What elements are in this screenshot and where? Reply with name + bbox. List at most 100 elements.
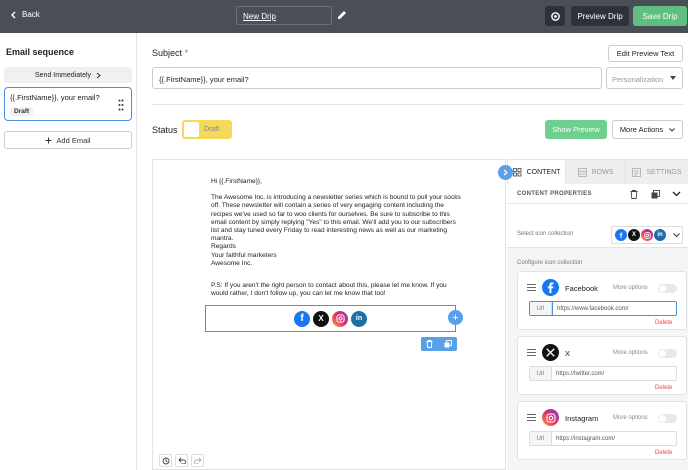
collapse-section-button[interactable] bbox=[669, 187, 683, 201]
instagram-icon[interactable] bbox=[332, 310, 348, 327]
divider bbox=[152, 104, 683, 105]
delete-block-button[interactable] bbox=[627, 187, 641, 201]
url-label: Url bbox=[530, 367, 552, 380]
more-actions-button[interactable]: More Actions bbox=[612, 120, 683, 139]
tab-rows[interactable]: ROWS bbox=[565, 160, 625, 184]
save-drip-button[interactable]: Save Drip bbox=[633, 6, 687, 26]
subject-label-text: Subject bbox=[152, 48, 183, 58]
social-icons-block[interactable]: f X in bbox=[205, 305, 456, 332]
status-toggle[interactable]: Draft bbox=[182, 120, 232, 139]
more-options-label: More options bbox=[613, 350, 648, 356]
x-icon: X bbox=[628, 229, 640, 241]
personalization-select[interactable]: Personalization bbox=[606, 67, 683, 89]
add-email-label: Add Email bbox=[56, 135, 91, 145]
email-company: Awesome Inc. bbox=[211, 259, 253, 267]
url-input[interactable]: https://www.facebook.com/ bbox=[552, 302, 676, 315]
pencil-icon[interactable] bbox=[337, 10, 347, 20]
properties-panel: CONTENT ROWS SETTINGS CONTENT PROPERTIES… bbox=[507, 159, 688, 470]
more-options-toggle[interactable] bbox=[658, 349, 677, 358]
email-card[interactable]: {{.FirstName}}, your email? Draft bbox=[4, 87, 132, 121]
redo-button[interactable] bbox=[191, 454, 204, 467]
trash-icon[interactable] bbox=[426, 340, 433, 348]
tab-rows-label: ROWS bbox=[591, 168, 614, 176]
undo-button[interactable] bbox=[175, 454, 188, 467]
drag-handle-icon[interactable] bbox=[527, 284, 536, 291]
instagram-icon bbox=[542, 409, 559, 426]
more-options-label: More options bbox=[613, 415, 648, 421]
history-button[interactable] bbox=[159, 454, 172, 467]
delete-network-link[interactable]: Delete bbox=[655, 385, 672, 391]
grid-icon bbox=[512, 167, 521, 176]
personalization-placeholder: Personalization bbox=[612, 75, 664, 84]
delete-network-link[interactable]: Delete bbox=[655, 320, 672, 326]
caret-down-icon bbox=[670, 76, 676, 80]
chevron-down-icon bbox=[672, 191, 680, 197]
network-card-instagram: Instagram More options Url https://insta… bbox=[517, 401, 687, 460]
show-preview-button[interactable]: Show Preview bbox=[545, 120, 607, 139]
delete-network-link[interactable]: Delete bbox=[655, 450, 672, 456]
trash-icon bbox=[630, 189, 638, 199]
more-options-label: More options bbox=[613, 285, 648, 291]
drag-handle-icon[interactable] bbox=[118, 99, 124, 111]
back-button[interactable]: Back bbox=[10, 10, 40, 19]
duplicate-icon[interactable] bbox=[444, 340, 452, 348]
required-mark: * bbox=[184, 48, 189, 58]
panel-tabs: CONTENT ROWS SETTINGS bbox=[507, 160, 688, 184]
linkedin-icon[interactable]: in bbox=[351, 310, 367, 327]
duplicate-block-button[interactable] bbox=[648, 187, 662, 201]
send-immediately-button[interactable]: Send Immediately bbox=[4, 67, 132, 83]
email-signoff: Your faithful marketers bbox=[211, 251, 277, 259]
collapse-panel-button[interactable] bbox=[498, 165, 513, 180]
toggle-knob bbox=[184, 122, 199, 137]
add-block-button[interactable]: + bbox=[448, 310, 463, 325]
url-field[interactable]: Url https://www.facebook.com/ bbox=[529, 301, 677, 316]
tab-content[interactable]: CONTENT bbox=[507, 160, 565, 184]
more-options-toggle[interactable] bbox=[658, 414, 677, 423]
facebook-icon: f bbox=[615, 229, 627, 241]
drag-handle-icon[interactable] bbox=[527, 349, 536, 356]
email-body[interactable]: Hi {{.FirstName}}, The Awesome Inc. is i… bbox=[211, 178, 461, 306]
url-field[interactable]: Url https://twitter.com/ bbox=[529, 366, 677, 381]
url-input[interactable]: https://twitter.com/ bbox=[552, 367, 676, 380]
history-controls bbox=[159, 454, 204, 467]
settings-button[interactable] bbox=[545, 6, 565, 26]
tab-settings-label: SETTINGS bbox=[646, 168, 682, 176]
icon-collection-label: Select icon collection bbox=[517, 231, 574, 237]
send-immediately-label: Send Immediately bbox=[34, 71, 92, 79]
redo-icon bbox=[193, 457, 202, 464]
drip-name-input[interactable]: New Drip bbox=[236, 6, 332, 25]
x-icon bbox=[542, 344, 559, 361]
email-greeting: Hi {{.FirstName}}, bbox=[211, 178, 262, 185]
facebook-icon[interactable]: f bbox=[294, 310, 310, 327]
edit-preview-text-button[interactable]: Edit Preview Text bbox=[608, 45, 683, 62]
content-properties-actions bbox=[627, 187, 683, 201]
network-name: Facebook bbox=[565, 284, 598, 293]
content-properties-title: CONTENT PROPERTIES bbox=[517, 191, 592, 197]
configure-icon-collection-label: Configure icon collection bbox=[517, 260, 583, 266]
status-value: Draft bbox=[204, 126, 220, 133]
subject-input[interactable]: {{.FirstName}}, your email? bbox=[152, 67, 602, 89]
chevron-left-icon bbox=[11, 11, 16, 18]
drag-handle-icon[interactable] bbox=[527, 414, 536, 421]
facebook-icon bbox=[542, 279, 559, 296]
tab-content-label: CONTENT bbox=[526, 168, 561, 176]
toggle-knob bbox=[659, 415, 666, 422]
url-field[interactable]: Url https://instagram.com/ bbox=[529, 431, 677, 446]
url-input[interactable]: https://instagram.com/ bbox=[552, 432, 676, 445]
url-label: Url bbox=[530, 302, 552, 315]
more-options-toggle[interactable] bbox=[658, 284, 677, 293]
content-properties-header: CONTENT PROPERTIES bbox=[507, 184, 688, 204]
drip-name-value: New Drip bbox=[243, 12, 276, 21]
icon-collection-row: Select icon collection f X in bbox=[507, 204, 688, 248]
plus-icon bbox=[45, 137, 52, 143]
add-email-button[interactable]: Add Email bbox=[4, 131, 132, 149]
subject-input-value: {{.FirstName}}, your email? bbox=[159, 75, 249, 84]
toggle-knob bbox=[659, 350, 666, 357]
sidebar-title: Email sequence bbox=[6, 47, 75, 57]
x-icon[interactable]: X bbox=[313, 310, 329, 327]
icon-collection-select[interactable]: f X in bbox=[611, 226, 683, 244]
settings-icon bbox=[632, 167, 642, 177]
email-editor-canvas[interactable]: Hi {{.FirstName}}, The Awesome Inc. is i… bbox=[152, 159, 506, 470]
tab-settings[interactable]: SETTINGS bbox=[625, 160, 688, 184]
preview-drip-button[interactable]: Preview Drip bbox=[571, 6, 629, 26]
